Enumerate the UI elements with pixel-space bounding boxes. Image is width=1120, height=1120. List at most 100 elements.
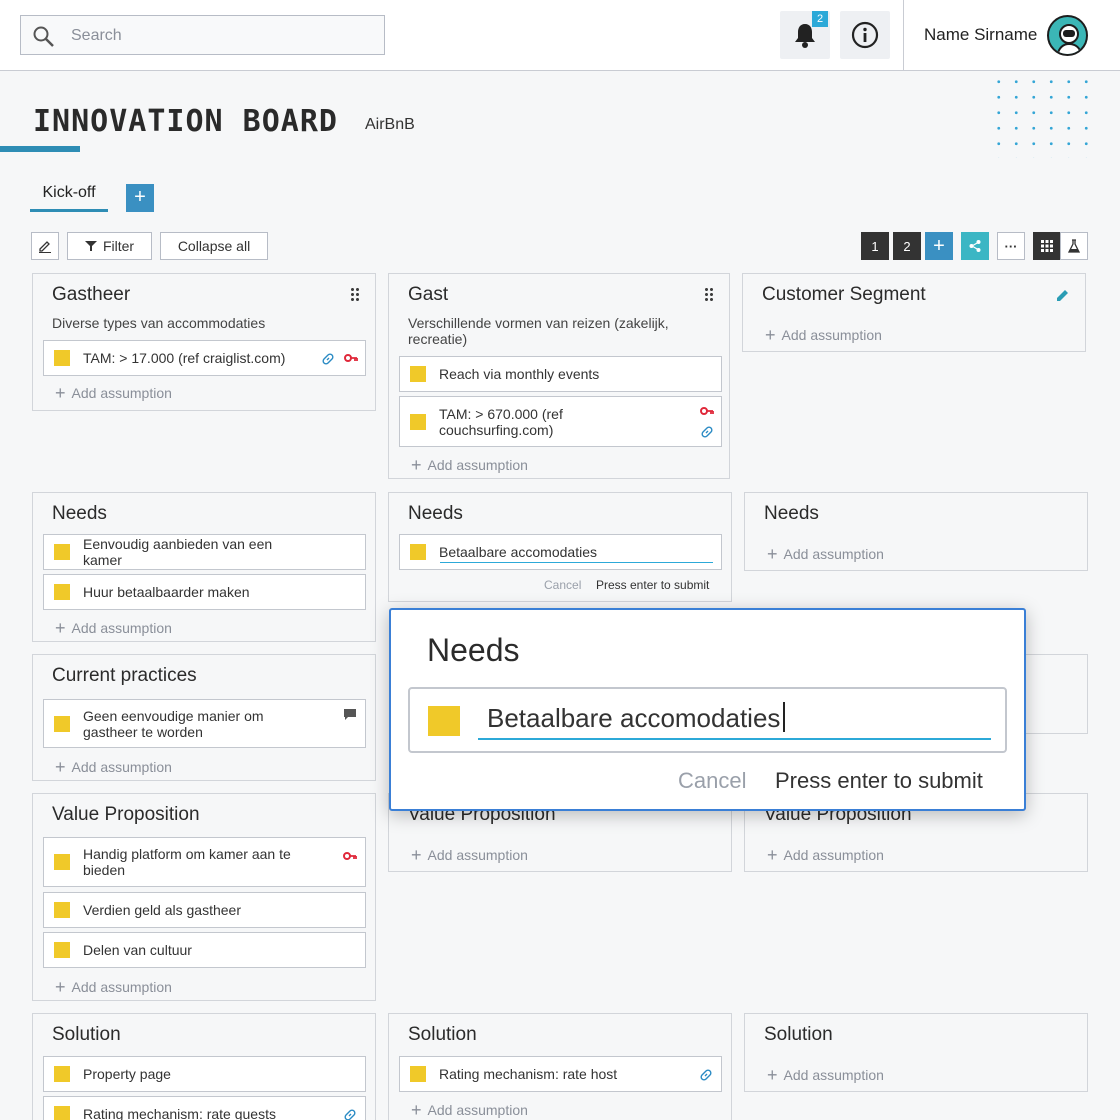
card-title: Needs <box>52 503 107 524</box>
grid-view-button[interactable] <box>1033 232 1061 260</box>
assumption-text: Rating mechanism: rate guests <box>83 1106 276 1120</box>
drag-handle-icon[interactable] <box>350 287 359 301</box>
filter-button[interactable]: Filter <box>67 232 152 260</box>
assumption-text: Verdien geld als gastheer <box>83 902 241 918</box>
key-icon[interactable] <box>700 406 714 418</box>
share-icon <box>969 240 981 252</box>
add-assumption-link[interactable]: + Add assumption <box>55 976 172 997</box>
add-assumption-link[interactable]: + Add assumption <box>411 1099 528 1120</box>
assumption-item[interactable]: Rating mechanism: rate host <box>399 1056 722 1092</box>
decorative-dots <box>990 74 1102 158</box>
sticky-note-icon <box>410 1066 426 1082</box>
add-assumption-link[interactable]: + Add assumption <box>55 382 172 403</box>
user-name[interactable]: Name Sirname <box>924 25 1037 45</box>
avatar[interactable] <box>1047 15 1088 56</box>
link-icon[interactable] <box>699 1068 713 1082</box>
assumption-text: Eenvoudig aanbieden van een kamer <box>83 536 273 568</box>
info-button[interactable] <box>840 11 890 59</box>
sticky-note-icon <box>54 902 70 918</box>
add-page-button[interactable]: + <box>925 232 953 260</box>
submit-hint: Press enter to submit <box>596 578 710 592</box>
tab-kick-off[interactable]: Kick-off <box>30 184 108 212</box>
flask-icon <box>1068 239 1080 253</box>
assumption-item[interactable]: Huur betaalbaarder maken <box>43 574 366 610</box>
assumption-item[interactable]: Geen eenvoudige manier om gastheer te wo… <box>43 699 366 748</box>
card-description: Verschillende vormen van reizen (zakelij… <box>408 315 669 347</box>
add-assumption-link[interactable]: + Add assumption <box>411 844 528 865</box>
assumption-item[interactable]: Reach via monthly events <box>399 356 722 392</box>
pencil-icon[interactable] <box>1056 288 1070 302</box>
search-box[interactable] <box>20 15 385 55</box>
sticky-note-icon <box>54 544 70 560</box>
key-icon[interactable] <box>344 353 358 365</box>
collapse-all-label: Collapse all <box>177 238 251 254</box>
pencil-icon <box>39 241 51 253</box>
grid-icon <box>1041 240 1053 252</box>
assumption-item[interactable]: Handig platform om kamer aan te bieden <box>43 837 366 887</box>
assumption-text: Delen van cultuur <box>83 942 192 958</box>
card-description: Diverse types van accommodaties <box>52 315 266 331</box>
key-icon[interactable] <box>343 851 357 863</box>
share-button[interactable] <box>961 232 989 260</box>
solution-card: Solution Rating mechanism: rate host + Ad… <box>388 1013 732 1120</box>
add-assumption-link[interactable]: + Add assumption <box>55 756 172 777</box>
page-1-button[interactable]: 1 <box>861 232 889 260</box>
drag-handle-icon[interactable] <box>704 287 713 301</box>
assumption-item[interactable]: Delen van cultuur <box>43 932 366 968</box>
edit-button[interactable] <box>31 232 59 260</box>
sticky-note-icon <box>54 715 70 732</box>
assumption-text: TAM: > 670.000 (ref couchsurfing.com) <box>439 405 563 438</box>
filter-label: Filter <box>102 238 135 254</box>
astronaut-icon <box>1056 24 1083 54</box>
assumption-item[interactable]: TAM: > 17.000 (ref craiglist.com) <box>43 340 366 376</box>
assumption-input-text[interactable]: Betaalbare accomodaties <box>487 702 786 734</box>
needs-card-editing: Needs Betaalbare accomodaties Cancel Pre… <box>388 492 732 602</box>
page-subtitle: AirBnB <box>365 116 415 133</box>
cancel-link[interactable]: Cancel <box>544 578 581 592</box>
top-bar: 2 Name Sirname <box>0 0 1120 71</box>
sticky-note-icon <box>428 706 460 736</box>
info-icon <box>851 21 879 49</box>
card-title: Solution <box>764 1024 833 1045</box>
solution-card: Solution Property page Rating mechanism:… <box>32 1013 376 1120</box>
sticky-note-icon <box>54 854 70 870</box>
link-icon[interactable] <box>321 352 335 366</box>
notifications-button[interactable]: 2 <box>780 11 830 59</box>
add-assumption-link[interactable]: + Add assumption <box>767 1064 884 1085</box>
card-title: Gastheer <box>52 284 131 305</box>
sticky-note-icon <box>54 584 70 600</box>
link-icon[interactable] <box>700 425 714 439</box>
assumption-input[interactable]: Betaalbare accomodaties <box>408 687 1007 753</box>
comment-icon[interactable] <box>343 708 357 721</box>
cancel-link[interactable]: Cancel <box>678 768 746 794</box>
more-options-button[interactable]: ··· <box>997 232 1025 260</box>
notification-badge: 2 <box>812 11 828 27</box>
link-icon[interactable] <box>343 1108 357 1120</box>
assumption-edit-text[interactable]: Betaalbare accomodaties <box>439 544 669 560</box>
add-assumption-link[interactable]: + Add assumption <box>767 844 884 865</box>
sticky-note-icon <box>54 1106 70 1120</box>
assumption-item[interactable]: Rating mechanism: rate guests <box>43 1096 366 1120</box>
assumption-item[interactable]: Property page <box>43 1056 366 1092</box>
assumption-item[interactable]: Eenvoudig aanbieden van een kamer <box>43 534 366 570</box>
collapse-all-button[interactable]: Collapse all <box>160 232 268 260</box>
card-title: Value Proposition <box>52 804 200 825</box>
sticky-note-icon <box>54 942 70 958</box>
assumption-item[interactable]: TAM: > 670.000 (ref couchsurfing.com) <box>399 396 722 447</box>
current-practices-card: Current practices Geen eenvoudige manier… <box>32 654 376 781</box>
assumption-item[interactable]: Verdien geld als gastheer <box>43 892 366 928</box>
page-2-button[interactable]: 2 <box>893 232 921 260</box>
needs-card: Needs + Add assumption <box>744 492 1088 571</box>
edit-underline <box>440 562 713 563</box>
add-assumption-link[interactable]: + Add assumption <box>765 324 882 345</box>
assumption-edit-field[interactable]: Betaalbare accomodaties <box>399 534 722 570</box>
experiment-view-button[interactable] <box>1060 232 1088 260</box>
segment-card-gastheer: Gastheer Diverse types van accommodaties… <box>32 273 376 411</box>
add-assumption-link[interactable]: + Add assumption <box>411 454 528 475</box>
assumption-text: Reach via monthly events <box>439 366 600 382</box>
add-tab-button[interactable]: + <box>126 184 154 212</box>
needs-card: Needs Eenvoudig aanbieden van een kamer … <box>32 492 376 642</box>
add-assumption-link[interactable]: + Add assumption <box>767 543 884 564</box>
search-input[interactable] <box>71 24 371 48</box>
add-assumption-link[interactable]: + Add assumption <box>55 617 172 638</box>
